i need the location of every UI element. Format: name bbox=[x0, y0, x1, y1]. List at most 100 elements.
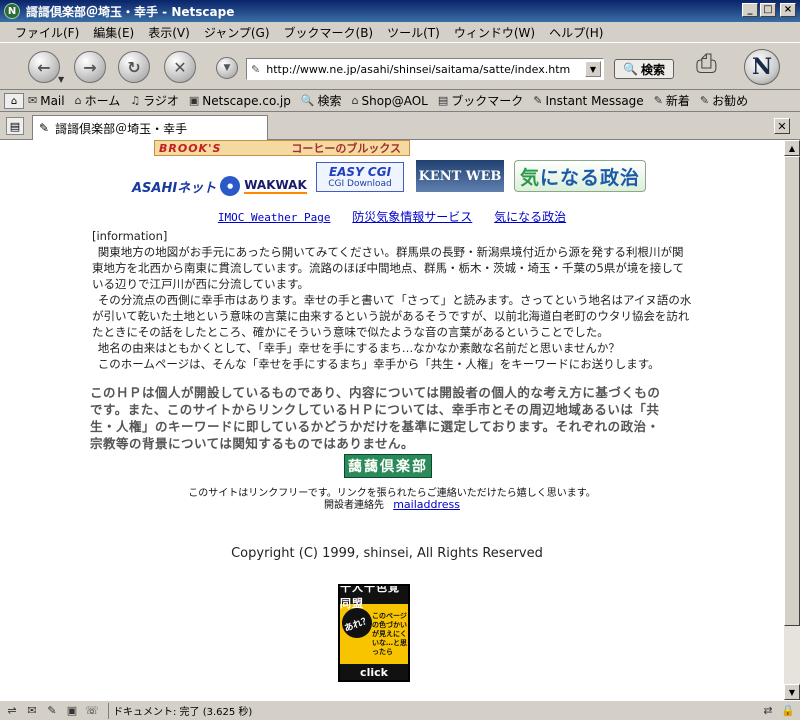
toolbar-item-recommended[interactable]: ✎ お勧め bbox=[700, 92, 748, 109]
address-book-icon[interactable]: ▣ bbox=[64, 704, 80, 718]
navigation-toolbar: ← ▼ → ↻ ✕ ▼ ✎ ▼ 🔍 検索 ⎙ N bbox=[0, 42, 800, 90]
mail-icon: ✉ bbox=[28, 94, 38, 107]
bookmark-icon: ✎ bbox=[699, 94, 710, 107]
info-paragraph: このホームページは、そんな「幸せを手にするまち」幸手から「共生・人権」をキーワー… bbox=[97, 357, 660, 371]
information-heading: [information] bbox=[92, 229, 168, 243]
asahi-wakwak-logo[interactable]: ASAHIネット ● WAKWAK bbox=[132, 176, 307, 196]
shop-icon: ⌂ bbox=[351, 94, 359, 107]
search-button[interactable]: 🔍 検索 bbox=[614, 59, 674, 79]
composer-icon[interactable]: ✎ bbox=[44, 704, 60, 718]
back-dropdown-icon[interactable]: ▼ bbox=[58, 75, 64, 84]
kininaru-badge-rest: になる政治 bbox=[540, 166, 641, 189]
toolbar-home-icon[interactable]: ⌂ bbox=[4, 93, 24, 109]
toolbar-item-search[interactable]: 🔍 検索 bbox=[301, 92, 342, 109]
status-text: ドキュメント: 完了 (3.625 秒) bbox=[108, 702, 252, 719]
scroll-up-icon[interactable]: ▲ bbox=[784, 140, 800, 156]
club-logo-badge: 藹藹倶楽部 bbox=[344, 454, 432, 478]
toolbar-item-shop[interactable]: ⌂ Shop@AOL bbox=[352, 94, 428, 108]
component-bar-icon[interactable]: ⇌ bbox=[4, 704, 20, 718]
mailaddress-link[interactable]: mailaddress bbox=[393, 498, 460, 511]
toolbar-item-home[interactable]: ⌂ ホーム bbox=[75, 92, 121, 109]
toolbar-item-label: ラジオ bbox=[143, 94, 179, 108]
home-icon: ⌂ bbox=[74, 94, 82, 107]
toolbar-item-mail[interactable]: ✉ Mail bbox=[28, 94, 65, 108]
search-icon: 🔍 bbox=[623, 62, 638, 76]
menu-window[interactable]: ウィンドウ(W) bbox=[447, 24, 542, 41]
toolbar-item-label: 検索 bbox=[317, 94, 342, 108]
link-kininaru-seiji[interactable]: 気になる政治 bbox=[494, 210, 566, 224]
minimize-button[interactable]: _ bbox=[742, 3, 758, 17]
menu-bar: ファイル(F) 編集(E) 表示(V) ジャンプ(G) ブックマーク(B) ツー… bbox=[0, 22, 800, 42]
mail-icon[interactable]: ✉ bbox=[24, 704, 40, 718]
close-button[interactable]: × bbox=[780, 3, 796, 17]
window-title: 謌謌倶楽部＠埼玉・幸手 - Netscape bbox=[26, 4, 235, 19]
vertical-scrollbar[interactable]: ▲ ▼ bbox=[784, 140, 800, 700]
brooks-subtitle: コーヒーのブルックス bbox=[291, 142, 402, 155]
status-indicators: ⇄ 🔒 bbox=[760, 703, 796, 717]
print-icon[interactable]: ⎙ bbox=[696, 49, 726, 83]
connection-icon: ⇄ bbox=[763, 703, 773, 717]
new-tab-icon[interactable]: ▤ bbox=[6, 117, 24, 135]
menu-edit[interactable]: 編集(E) bbox=[86, 24, 141, 41]
info-paragraph: その分流点の西側に幸手市はあります。幸せの手と書いて「さって」と読みます。さって… bbox=[92, 293, 692, 339]
kent-web-badge[interactable]: KENT WEB bbox=[416, 160, 504, 192]
toolbar-item-label: Instant Message bbox=[545, 93, 644, 108]
color-accessibility-banner[interactable]: 十人十色覚同盟 あれ？ このページの色づかいが見えにくいな…と思ったら clic… bbox=[338, 584, 410, 682]
stop-icon[interactable]: ✕ bbox=[164, 51, 196, 83]
banner-heading: 十人十色覚同盟 bbox=[340, 586, 408, 610]
url-input[interactable] bbox=[266, 62, 583, 76]
forward-icon[interactable]: → bbox=[74, 51, 106, 83]
menu-tools[interactable]: ツール(T) bbox=[380, 24, 447, 41]
reload-icon[interactable]: ↻ bbox=[118, 51, 150, 83]
page-content: BROOK'S コーヒーのブルックス ASAHIネット ● WAKWAK EAS… bbox=[0, 140, 784, 700]
scroll-down-icon[interactable]: ▼ bbox=[784, 684, 800, 700]
toolbar-item-label: ブックマーク bbox=[451, 94, 524, 108]
wakwak-logo: WAKWAK bbox=[244, 178, 307, 194]
close-tab-icon[interactable]: ✕ bbox=[774, 118, 790, 134]
personal-toolbar: ⌂ ✉ Mail ⌂ ホーム ♫ ラジオ ▣ Netscape.co.jp 🔍 検索 ⌂ S… bbox=[0, 90, 800, 112]
chat-icon[interactable]: ☏ bbox=[84, 704, 100, 718]
toolbar-item-label: Netscape.co.jp bbox=[202, 93, 291, 108]
menu-file[interactable]: ファイル(F) bbox=[8, 24, 86, 41]
tab-bar: ▤ ✎ 謌謌倶楽部＠埼玉・幸手 ✕ bbox=[0, 112, 800, 140]
go-dropdown-icon[interactable]: ▼ bbox=[216, 57, 238, 79]
toolbar-item-instant-message[interactable]: ✎ Instant Message bbox=[533, 94, 643, 108]
banner-body-text: このページの色づかいが見えにくいな…と思ったら bbox=[372, 612, 407, 656]
menu-bookmarks[interactable]: ブックマーク(B) bbox=[277, 24, 381, 41]
url-history-dropdown-icon[interactable]: ▼ bbox=[585, 61, 601, 77]
url-bar[interactable]: ✎ ▼ bbox=[246, 58, 604, 80]
toolbar-item-radio[interactable]: ♫ ラジオ bbox=[130, 92, 179, 109]
link-imoc-weather[interactable]: IMOC Weather Page bbox=[218, 211, 331, 224]
kininaru-seiji-badge[interactable]: 気になる政治 bbox=[514, 160, 646, 192]
netscape-logo-icon[interactable]: N bbox=[744, 49, 780, 85]
info-paragraph: 地名の由来はともかくとして、「幸手」幸せを手にするまち…なかなか素敵な名前だと思… bbox=[97, 341, 620, 355]
status-bar: ⇌ ✉ ✎ ▣ ☏ ドキュメント: 完了 (3.625 秒) ⇄ 🔒 bbox=[0, 700, 800, 720]
contact-label: 開設者連絡先 bbox=[324, 500, 384, 511]
menu-go[interactable]: ジャンプ(G) bbox=[197, 24, 277, 41]
brooks-banner[interactable]: BROOK'S コーヒーのブルックス bbox=[154, 140, 410, 156]
easy-cgi-badge[interactable]: EASY CGI CGI Download bbox=[316, 162, 404, 192]
scroll-thumb[interactable] bbox=[784, 156, 800, 626]
bookmark-icon: ✎ bbox=[653, 94, 663, 107]
banner-click-label: click bbox=[340, 664, 408, 680]
toolbar-item-new[interactable]: ✎ 新着 bbox=[654, 92, 690, 109]
radio-icon: ♫ bbox=[130, 94, 141, 107]
tab-current[interactable]: ✎ 謌謌倶楽部＠埼玉・幸手 bbox=[32, 115, 268, 140]
menu-help[interactable]: ヘルプ(H) bbox=[542, 24, 610, 41]
security-lock-icon[interactable]: 🔒 bbox=[780, 703, 796, 717]
link-bousai-kishou[interactable]: 防災気象情報サービス bbox=[352, 210, 472, 224]
toolbar-item-netscape[interactable]: ▣ Netscape.co.jp bbox=[189, 94, 291, 108]
back-icon[interactable]: ← bbox=[28, 51, 60, 83]
title-bar: N 謌謌倶楽部＠埼玉・幸手 - Netscape _ □ × bbox=[0, 0, 800, 22]
netscape-app-icon: N bbox=[4, 3, 20, 19]
menu-view[interactable]: 表示(V) bbox=[141, 24, 197, 41]
toolbar-item-label: ホーム bbox=[84, 94, 121, 108]
toolbar-item-bookmarks[interactable]: ▤ ブックマーク bbox=[438, 92, 523, 109]
my-netscape-icon: ▣ bbox=[188, 94, 200, 107]
toolbar-item-label: Shop@AOL bbox=[361, 93, 428, 108]
disclaimer-text: このＨＰは個人が開設しているものであり、内容については開設者の個人的な考え方に基… bbox=[90, 385, 661, 451]
page-icon: ✎ bbox=[39, 121, 50, 135]
toolbar-item-label: お勧め bbox=[712, 94, 749, 108]
maximize-button[interactable]: □ bbox=[760, 3, 776, 17]
bookmark-folder-icon: ▤ bbox=[437, 94, 449, 107]
